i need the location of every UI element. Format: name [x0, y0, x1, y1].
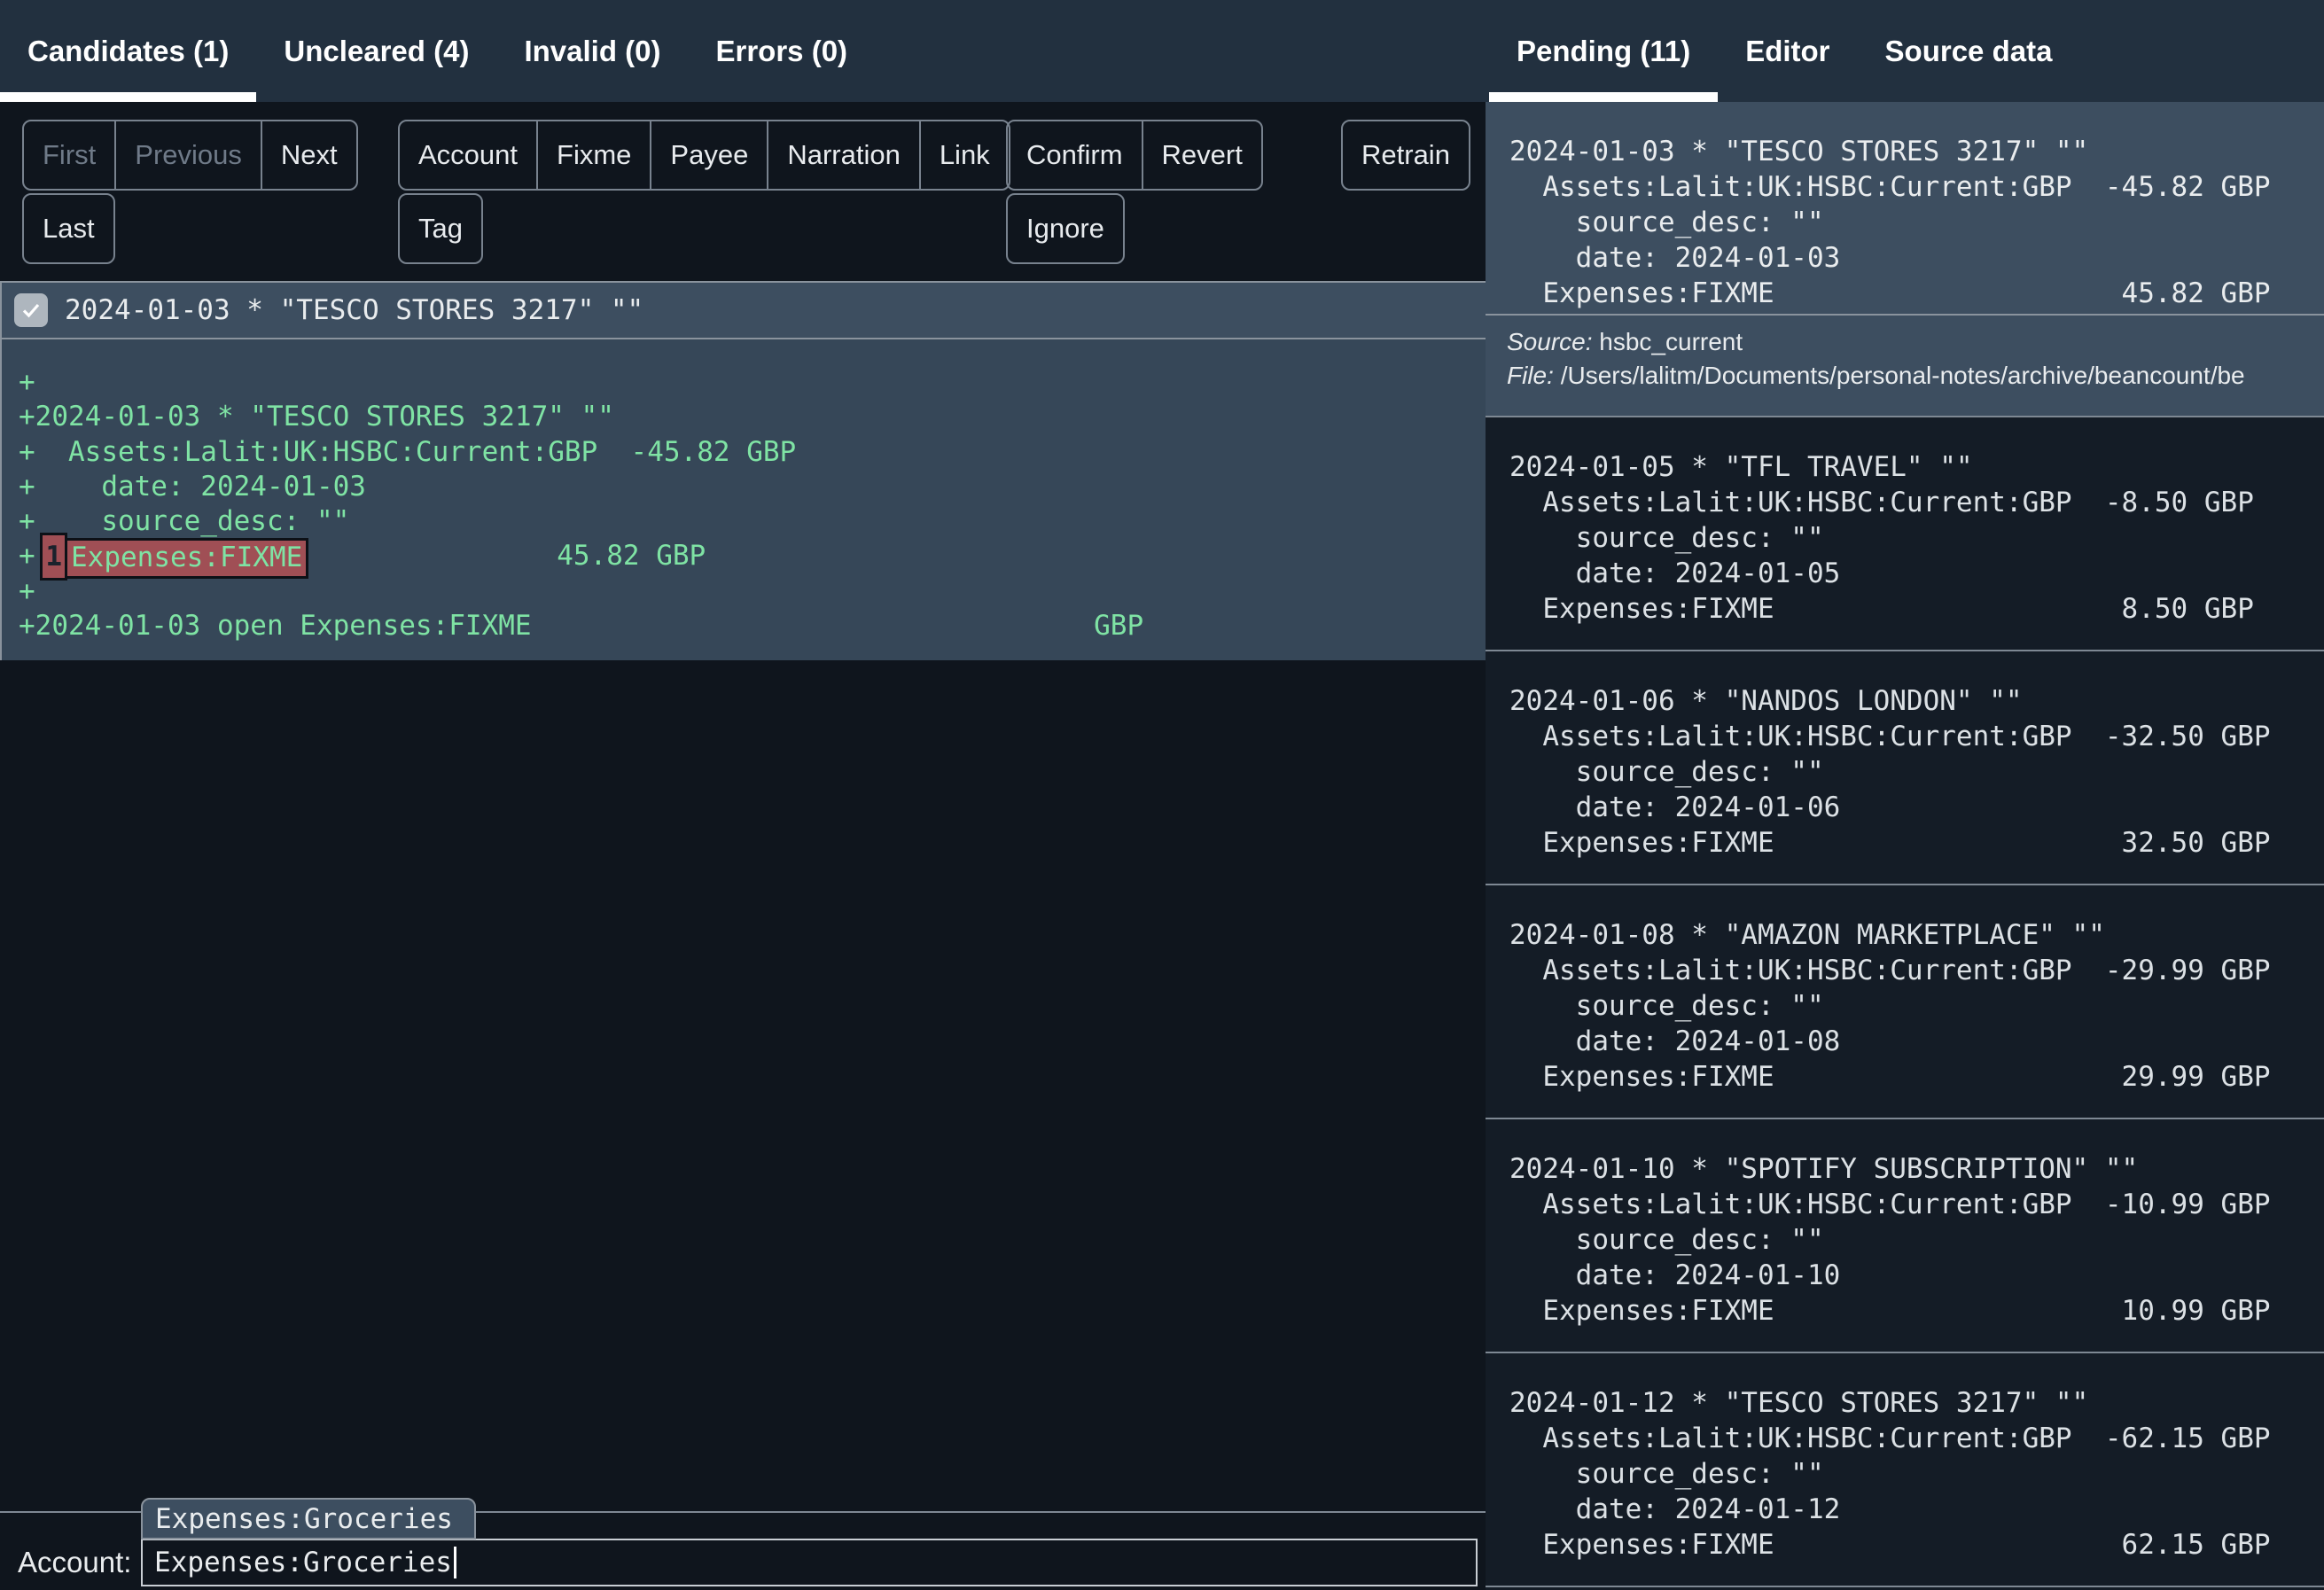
next-button[interactable]: Next — [261, 120, 358, 191]
candidate-header: 2024-01-03 * "TESCO STORES 3217" "" — [0, 281, 1486, 339]
pending-entry-2[interactable]: 2024-01-05 * "TFL TRAVEL" "" Assets:Lali… — [1486, 417, 2324, 651]
candidate-title: 2024-01-03 * "TESCO STORES 3217" "" — [65, 294, 643, 326]
account-autocomplete: Expenses:Groceries — [141, 1498, 476, 1539]
tab-right-2[interactable]: Source data — [1858, 0, 2080, 102]
source-label: Source: — [1507, 328, 1593, 355]
candidate-diff: + +2024-01-03 * "TESCO STORES 3217" "" +… — [0, 339, 1486, 660]
first-button[interactable]: First — [22, 120, 116, 191]
right-tabbar: Pending (11)EditorSource data — [1486, 0, 2324, 102]
tag-button[interactable]: Tag — [398, 193, 483, 264]
pending-entry-6[interactable]: 2024-01-12 * "TESCO STORES 3217" "" Asse… — [1486, 1353, 2324, 1587]
ignore-button[interactable]: Ignore — [1006, 193, 1125, 264]
pending-entry-text: 2024-01-06 * "NANDOS LONDON" "" Assets:L… — [1486, 651, 2324, 884]
pending-entry-text: 2024-01-08 * "AMAZON MARKETPLACE" "" Ass… — [1486, 885, 2324, 1118]
pending-list: 2024-01-03 * "TESCO STORES 3217" "" Asse… — [1486, 102, 2324, 1587]
tab-left-2[interactable]: Invalid (0) — [496, 0, 688, 102]
pending-entry-5[interactable]: 2024-01-10 * "SPOTIFY SUBSCRIPTION" "" A… — [1486, 1119, 2324, 1353]
fixme-account-highlight[interactable]: Expenses:FIXME — [65, 538, 308, 579]
toolbar: FirstPreviousNext AccountFixmePayeeNarra… — [0, 102, 1486, 281]
left-panel: Candidates (1)Uncleared (4)Invalid (0)Er… — [0, 0, 1486, 1590]
retrain-button-group: Retrain — [1341, 120, 1470, 191]
autocomplete-item[interactable]: Expenses:Groceries — [155, 1503, 453, 1535]
left-tabbar: Candidates (1)Uncleared (4)Invalid (0)Er… — [0, 0, 1486, 102]
pending-entry-text: 2024-01-12 * "TESCO STORES 3217" "" Asse… — [1486, 1353, 2324, 1586]
pending-entry-4[interactable]: 2024-01-08 * "AMAZON MARKETPLACE" "" Ass… — [1486, 885, 2324, 1119]
text-cursor — [454, 1547, 456, 1578]
pending-entries: 2024-01-05 * "TFL TRAVEL" "" Assets:Lali… — [1486, 417, 2324, 1587]
link-button[interactable]: Link — [919, 120, 1010, 191]
pending-entry-3[interactable]: 2024-01-06 * "NANDOS LONDON" "" Assets:L… — [1486, 651, 2324, 885]
tab-left-3[interactable]: Errors (0) — [688, 0, 875, 102]
action-button-group: ConfirmRevert — [1006, 120, 1263, 191]
pending-entry-selected[interactable]: 2024-01-03 * "TESCO STORES 3217" "" Asse… — [1486, 102, 2324, 417]
revert-button[interactable]: Revert — [1142, 120, 1263, 191]
previous-button[interactable]: Previous — [114, 120, 262, 191]
tab-left-0[interactable]: Candidates (1) — [0, 0, 256, 102]
file-label: File: — [1507, 362, 1554, 389]
nav-button-group-row2: Last — [22, 193, 115, 264]
account-input-value: Expenses:Groceries — [154, 1547, 452, 1578]
tab-right-0[interactable]: Pending (11) — [1489, 0, 1718, 102]
shortcut-key-badge: 1 — [40, 533, 67, 581]
source-info: Source: hsbc_current File: /Users/lalitm… — [1486, 316, 2324, 416]
file-value: /Users/lalitm/Documents/personal-notes/a… — [1561, 362, 2245, 389]
nav-button-group: FirstPreviousNext — [22, 120, 358, 191]
retrain-button[interactable]: Retrain — [1341, 120, 1470, 191]
candidate-section: 2024-01-03 * "TESCO STORES 3217" "" + +2… — [0, 281, 1486, 660]
file-line: File: /Users/lalitm/Documents/personal-n… — [1507, 359, 2324, 393]
source-value: hsbc_current — [1599, 328, 1743, 355]
last-button[interactable]: Last — [22, 193, 115, 264]
right-panel: Pending (11)EditorSource data 2024-01-03… — [1486, 0, 2324, 1590]
tab-left-1[interactable]: Uncleared (4) — [256, 0, 496, 102]
account-input[interactable]: Expenses:Groceries — [141, 1539, 1478, 1586]
payee-button[interactable]: Payee — [650, 120, 768, 191]
account-button[interactable]: Account — [398, 120, 538, 191]
fixme-button[interactable]: Fixme — [536, 120, 651, 191]
pending-entry-text: 2024-01-05 * "TFL TRAVEL" "" Assets:Lali… — [1486, 417, 2324, 650]
check-icon — [20, 300, 42, 321]
transform-button-group: AccountFixmePayeeNarrationLink — [398, 120, 1010, 191]
candidate-checkbox[interactable] — [14, 293, 48, 327]
source-line: Source: hsbc_current — [1507, 325, 2324, 359]
transform-button-group-row2: Tag — [398, 193, 483, 264]
narration-button[interactable]: Narration — [767, 120, 921, 191]
account-label: Account: — [18, 1546, 131, 1579]
tab-right-1[interactable]: Editor — [1718, 0, 1857, 102]
pending-entry-text: 2024-01-03 * "TESCO STORES 3217" "" Asse… — [1486, 102, 2324, 311]
pending-entry-text: 2024-01-10 * "SPOTIFY SUBSCRIPTION" "" A… — [1486, 1119, 2324, 1352]
action-button-group-row2: Ignore — [1006, 193, 1125, 264]
confirm-button[interactable]: Confirm — [1006, 120, 1143, 191]
